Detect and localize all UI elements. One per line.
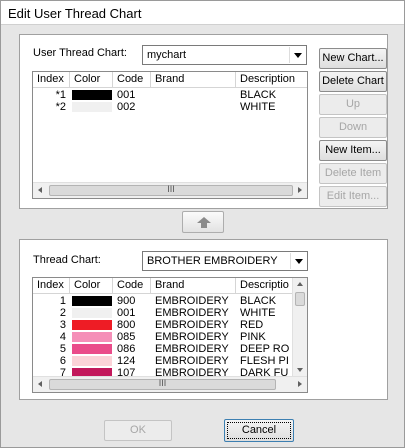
user-thread-chart-label: User Thread Chart: [33, 47, 127, 59]
row-brand: EMBROIDERY [155, 319, 229, 331]
new-item-button[interactable]: New Item... [319, 140, 387, 161]
row-index: *2 [55, 101, 66, 113]
row-code: 085 [117, 331, 136, 343]
col-color[interactable]: Color [70, 72, 113, 88]
title-bar: Edit User Thread Chart [1, 1, 404, 25]
row-description: BLACK [240, 295, 277, 307]
chevron-down-icon[interactable] [290, 253, 306, 269]
row-description: RED [240, 319, 264, 331]
cancel-button[interactable]: Cancel [224, 419, 294, 442]
thread-chart-group: Thread Chart: BROTHER EMBROIDERY Index C… [19, 239, 388, 400]
user-list-header: Index Color Code Brand Description [33, 72, 307, 88]
col-brand[interactable]: Brand [151, 72, 236, 88]
dialog-window: Edit User Thread Chart User Thread Chart… [0, 0, 405, 448]
window-title: Edit User Thread Chart [8, 6, 142, 21]
up-button[interactable]: Up [319, 94, 387, 115]
row-description: WHITE [240, 101, 276, 113]
row-code: 086 [117, 343, 136, 355]
table-row[interactable]: 1 900 EMBROIDERY BLACK [33, 295, 307, 307]
color-swatch [72, 332, 112, 342]
thread-list-vscrollbar[interactable] [292, 278, 307, 376]
col-code[interactable]: Code [113, 278, 151, 294]
edit-item-button[interactable]: Edit Item... [319, 186, 387, 207]
row-code: 001 [117, 307, 136, 319]
color-swatch [72, 90, 112, 100]
thread-chart-select[interactable]: BROTHER EMBROIDERY [142, 251, 308, 271]
row-code: 124 [117, 355, 136, 367]
col-brand[interactable]: Brand [151, 278, 236, 294]
thread-list[interactable]: Index Color Code Brand Descriptio 1 900 EM… [32, 277, 308, 393]
user-thread-list[interactable]: Index Color Code Brand Description *1 001… [32, 71, 308, 199]
color-swatch [72, 344, 112, 354]
row-description: FLESH PI [240, 355, 289, 367]
row-brand: EMBROIDERY [155, 295, 229, 307]
up-arrow-icon [197, 217, 211, 228]
row-description: BLACK [240, 89, 277, 101]
delete-chart-button[interactable]: Delete Chart [319, 71, 387, 92]
row-description: PINK [240, 331, 266, 343]
thread-list-scroll-thumb[interactable]: III [49, 379, 276, 390]
row-code: 900 [117, 295, 136, 307]
table-row[interactable]: 3 800 EMBROIDERY RED [33, 319, 307, 331]
row-brand: EMBROIDERY [155, 331, 229, 343]
color-swatch [72, 102, 112, 112]
table-row[interactable]: 5 086 EMBROIDERY DEEP RO [33, 343, 307, 355]
row-index: 5 [59, 343, 66, 355]
table-row[interactable]: *2 002 WHITE [33, 101, 307, 113]
user-list-hscrollbar[interactable]: III [33, 182, 307, 198]
copy-to-user-chart-button[interactable] [182, 211, 224, 233]
col-description[interactable]: Descriptio [236, 278, 293, 294]
row-code: 800 [117, 319, 136, 331]
row-index: 2 [59, 307, 66, 319]
chevron-down-icon[interactable] [289, 47, 305, 63]
col-description[interactable]: Description [236, 72, 307, 88]
color-swatch [72, 308, 112, 318]
thread-list-header: Index Color Code Brand Descriptio [33, 278, 307, 294]
row-code: 002 [117, 101, 136, 113]
thread-list-hscrollbar[interactable]: III [33, 376, 307, 392]
table-row[interactable]: 6 124 EMBROIDERY FLESH PI [33, 355, 307, 367]
table-row[interactable]: 2 001 EMBROIDERY WHITE [33, 307, 307, 319]
thread-chart-value: BROTHER EMBROIDERY [147, 255, 278, 267]
user-thread-chart-value: mychart [147, 49, 187, 61]
row-brand: EMBROIDERY [155, 307, 229, 319]
col-index[interactable]: Index [33, 278, 70, 294]
row-index: 1 [59, 295, 66, 307]
row-description: WHITE [240, 307, 276, 319]
user-thread-chart-group: User Thread Chart: mychart Index Color C… [19, 34, 388, 209]
thread-list-vscroll-thumb[interactable] [295, 292, 305, 306]
color-swatch [72, 356, 112, 366]
down-button[interactable]: Down [319, 117, 387, 138]
row-description: DEEP RO [240, 343, 290, 355]
row-index: 4 [59, 331, 66, 343]
row-brand [155, 101, 237, 113]
scroll-right-icon[interactable] [298, 381, 302, 387]
row-brand [155, 89, 237, 101]
row-index: *1 [55, 89, 66, 101]
row-index: 3 [59, 319, 66, 331]
scroll-left-icon[interactable] [38, 381, 42, 387]
col-index[interactable]: Index [33, 72, 70, 88]
new-chart-button[interactable]: New Chart... [319, 48, 387, 69]
scroll-up-icon[interactable] [297, 282, 303, 286]
row-brand: EMBROIDERY [155, 355, 229, 367]
row-brand: EMBROIDERY [155, 343, 229, 355]
user-thread-chart-select[interactable]: mychart [142, 45, 307, 65]
scroll-down-icon[interactable] [297, 368, 303, 372]
table-row[interactable]: 4 085 EMBROIDERY PINK [33, 331, 307, 343]
scroll-right-icon[interactable] [298, 187, 302, 193]
row-index: 6 [59, 355, 66, 367]
ok-button[interactable]: OK [104, 420, 172, 441]
color-swatch [72, 320, 112, 330]
table-row[interactable]: *1 001 BLACK [33, 89, 307, 101]
color-swatch [72, 296, 112, 306]
user-list-scroll-thumb[interactable]: III [49, 185, 293, 196]
delete-item-button[interactable]: Delete Item [319, 163, 387, 184]
col-code[interactable]: Code [113, 72, 151, 88]
scroll-left-icon[interactable] [38, 187, 42, 193]
cancel-button-label: Cancel [227, 422, 291, 439]
row-code: 001 [117, 89, 136, 101]
col-color[interactable]: Color [70, 278, 113, 294]
thread-chart-label: Thread Chart: [33, 254, 101, 266]
